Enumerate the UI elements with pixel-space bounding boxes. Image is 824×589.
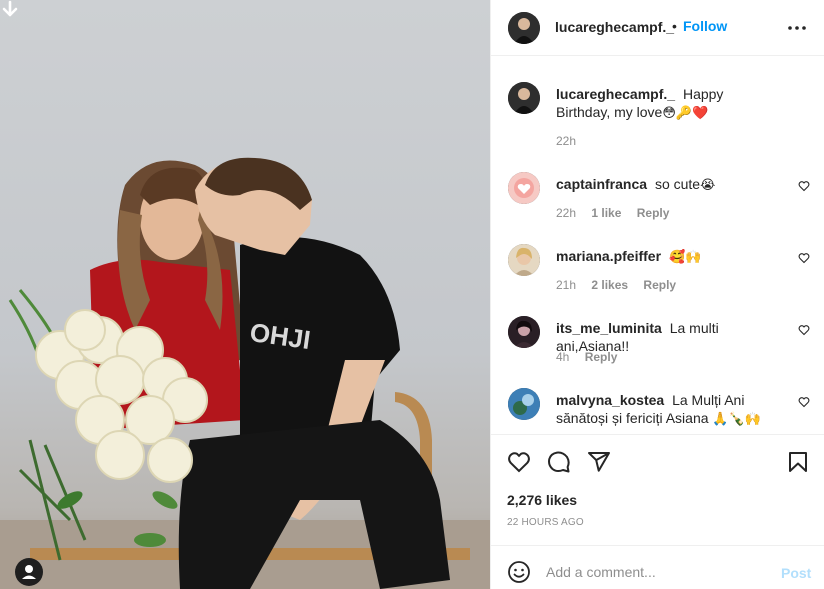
comment-emoji: 🥰🙌: [668, 249, 702, 264]
comment-emoji: 🙏🍾🙌: [712, 411, 761, 426]
comment-like-heart-icon[interactable]: [798, 396, 810, 408]
comments-list[interactable]: lucareghecampf._ Happy Birthday, my love…: [491, 57, 824, 433]
caption-meta: 22h: [556, 134, 588, 148]
comment-like-heart-icon[interactable]: [798, 252, 810, 264]
commenter-avatar[interactable]: [508, 172, 540, 204]
post-side-panel: lucareghecampf._ • Follow lucareghecampf…: [490, 0, 824, 589]
post-photo[interactable]: OHJI: [0, 0, 490, 589]
comment-likes[interactable]: 2 likes: [591, 278, 628, 292]
comment-body: so cute: [654, 176, 701, 192]
reply-button[interactable]: Reply: [643, 278, 676, 292]
comment-username[interactable]: its_me_luminita: [556, 320, 662, 336]
tag-user-icon[interactable]: [15, 558, 43, 586]
comment-username[interactable]: mariana.pfeiffer: [556, 248, 661, 264]
comment-text: mariana.pfeiffer 🥰🙌: [556, 247, 781, 265]
caption-emoji: 😳🔑❤️: [662, 105, 709, 120]
caption-text: lucareghecampf._ Happy Birthday, my love…: [556, 85, 781, 121]
comment-time[interactable]: 4h: [556, 350, 569, 364]
comment-username[interactable]: captainfranca: [556, 176, 647, 192]
more-options-icon[interactable]: [785, 18, 809, 38]
post-actions: 2,276 likes 22 HOURS AGO: [491, 434, 824, 544]
add-comment-bar: Post: [491, 545, 824, 589]
post-comment-button[interactable]: Post: [781, 565, 811, 581]
add-comment-input[interactable]: [546, 558, 766, 586]
comment-text: captainfranca so cute😭: [556, 175, 781, 193]
caption-username[interactable]: lucareghecampf._: [556, 86, 675, 102]
caption-time[interactable]: 22h: [556, 134, 576, 148]
comment-icon[interactable]: [547, 450, 571, 474]
likes-count[interactable]: 2,276 likes: [507, 492, 577, 508]
author-username[interactable]: lucareghecampf._: [555, 19, 674, 35]
comment-like-heart-icon[interactable]: [798, 180, 810, 192]
comment-meta: 21h 2 likes Reply: [556, 278, 688, 292]
separator-dot: •: [672, 18, 677, 34]
comment-emoji: 😭: [700, 177, 716, 192]
post-timestamp[interactable]: 22 HOURS AGO: [507, 517, 584, 528]
comment-meta: 22h 1 like Reply: [556, 206, 681, 220]
like-heart-icon[interactable]: [507, 450, 531, 474]
comment-time[interactable]: 21h: [556, 278, 576, 292]
comment-text: malvyna_kostea La Mulți Ani sănătoși și …: [556, 391, 781, 427]
comment-meta: 4h Reply: [556, 350, 629, 364]
share-icon[interactable]: [587, 450, 611, 474]
emoji-icon[interactable]: [507, 560, 531, 584]
comment-likes[interactable]: 1 like: [591, 206, 621, 220]
post-header: lucareghecampf._ • Follow: [491, 0, 824, 56]
photo-scene: OHJI: [0, 157, 490, 589]
follow-button[interactable]: Follow: [683, 18, 727, 34]
comment-time[interactable]: 22h: [556, 206, 576, 220]
commenter-avatar[interactable]: [508, 244, 540, 276]
download-arrow-icon[interactable]: [0, 0, 20, 20]
reply-button[interactable]: Reply: [585, 350, 618, 364]
author-avatar[interactable]: [508, 12, 540, 44]
commenter-avatar[interactable]: [508, 316, 540, 348]
commenter-avatar[interactable]: [508, 388, 540, 420]
comment-username[interactable]: malvyna_kostea: [556, 392, 664, 408]
caption-avatar[interactable]: [508, 82, 540, 114]
save-icon[interactable]: [786, 450, 810, 474]
comment-like-heart-icon[interactable]: [798, 324, 810, 336]
reply-button[interactable]: Reply: [637, 206, 670, 220]
